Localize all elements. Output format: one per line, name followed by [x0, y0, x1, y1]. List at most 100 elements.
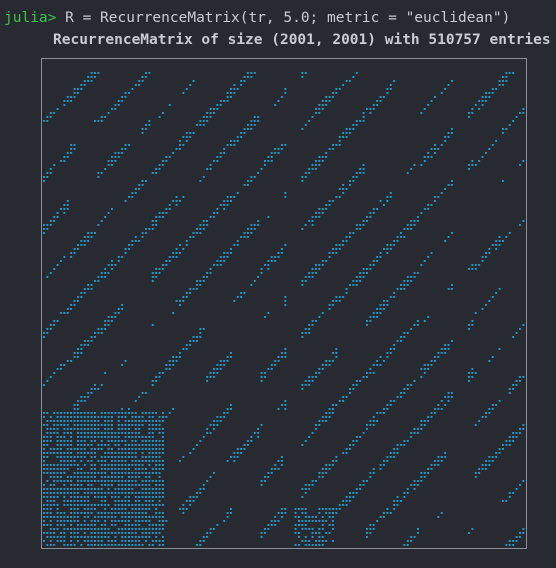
recurrence-dot: [362, 224, 365, 226]
recurrence-dot: [90, 456, 93, 458]
recurrence-dot: [46, 228, 49, 230]
recurrence-dot: [90, 536, 93, 538]
recurrence-dot: [70, 496, 73, 498]
recurrence-dot: [56, 412, 59, 414]
recurrence-dot: [383, 248, 385, 250]
recurrence-dot: [519, 112, 521, 114]
recurrence-dot: [73, 424, 76, 426]
recurrence-dot: [114, 472, 117, 474]
recurrence-dot: [427, 152, 430, 154]
recurrence-dot: [325, 464, 328, 466]
recurrence-dot: [80, 244, 83, 246]
recurrence-dot: [94, 424, 96, 426]
recurrence-dot: [168, 256, 171, 258]
recurrence-dot: [325, 532, 328, 534]
recurrence-dot: [114, 476, 117, 478]
recurrence-dot: [151, 452, 154, 454]
recurrence-dot: [87, 240, 90, 242]
recurrence-dot: [508, 392, 511, 394]
recurrence-dot: [396, 500, 399, 502]
recurrence-dot: [253, 116, 256, 118]
recurrence-dot: [141, 132, 144, 134]
recurrence-dot: [43, 468, 45, 470]
recurrence-dot: [233, 196, 236, 198]
recurrence-dot: [226, 200, 229, 202]
recurrence-dot: [355, 172, 358, 174]
recurrence-dot: [66, 152, 69, 154]
recurrence-dot: [46, 276, 49, 278]
recurrence-dot: [100, 120, 103, 122]
recurrence-dot: [199, 280, 202, 282]
recurrence-dot: [145, 512, 147, 514]
recurrence-dot: [491, 92, 494, 94]
recurrence-dot: [80, 460, 83, 462]
recurrence-dot: [73, 544, 76, 546]
recurrence-dot: [332, 304, 334, 306]
recurrence-dot: [124, 504, 127, 506]
recurrence-dot: [87, 512, 90, 514]
recurrence-dot: [277, 460, 280, 462]
recurrence-dot: [332, 300, 334, 302]
recurrence-dot: [437, 456, 440, 458]
recurrence-dot: [379, 308, 382, 310]
recurrence-dot: [151, 272, 154, 274]
recurrence-dot: [383, 412, 385, 414]
recurrence-dot: [97, 420, 100, 422]
recurrence-dot: [199, 492, 202, 494]
recurrence-dot: [66, 96, 69, 98]
recurrence-dot: [138, 504, 141, 506]
recurrence-dot: [328, 532, 331, 534]
julia-repl-terminal[interactable]: julia> R = RecurrenceMatrix(tr, 5.0; met…: [0, 0, 556, 568]
recurrence-dot: [111, 428, 113, 430]
recurrence-dot: [90, 476, 93, 478]
recurrence-dot: [444, 348, 447, 350]
recurrence-dot: [328, 516, 331, 518]
recurrence-dot: [148, 480, 151, 482]
recurrence-dot: [318, 368, 321, 370]
recurrence-dot: [148, 424, 151, 426]
recurrence-dot: [104, 268, 107, 270]
recurrence-dot: [117, 500, 120, 502]
recurrence-dot: [162, 448, 164, 450]
recurrence-dot: [301, 512, 304, 514]
recurrence-dot: [406, 384, 409, 386]
recurrence-dot: [151, 444, 154, 446]
recurrence-dot: [270, 160, 273, 162]
recurrence-dot: [474, 424, 477, 426]
recurrence-dot: [233, 92, 236, 94]
recurrence-dot: [66, 528, 69, 530]
recurrence-dot: [117, 452, 120, 454]
recurrence-dot: [379, 96, 382, 98]
recurrence-dot: [247, 232, 249, 234]
recurrence-dot: [359, 436, 362, 438]
recurrence-dot: [107, 544, 110, 546]
recurrence-dot: [223, 364, 226, 366]
recurrence-dot: [117, 436, 120, 438]
recurrence-dot: [304, 484, 307, 486]
recurrence-dot: [107, 316, 110, 318]
recurrence-dot: [155, 224, 158, 226]
recurrence-dot: [128, 436, 130, 438]
recurrence-dot: [474, 476, 477, 478]
recurrence-dot: [396, 444, 399, 446]
recurrence-dot: [53, 476, 56, 478]
recurrence-dot: [359, 168, 362, 170]
recurrence-dot: [447, 84, 450, 86]
recurrence-dot: [73, 96, 76, 98]
recurrence-dot: [111, 456, 113, 458]
recurrence-dot: [355, 72, 358, 74]
recurrence-dot: [335, 508, 338, 510]
recurrence-dot: [104, 428, 107, 430]
recurrence-dot: [43, 520, 45, 522]
recurrence-dot: [352, 284, 355, 286]
recurrence-dot: [427, 472, 430, 474]
recurrence-dot: [97, 328, 100, 330]
recurrence-dot: [128, 480, 130, 482]
recurrence-dot: [352, 384, 355, 386]
recurrence-dot: [440, 408, 443, 410]
recurrence-dot: [107, 516, 110, 518]
recurrence-dot: [488, 360, 491, 362]
recurrence-dot: [158, 492, 161, 494]
recurrence-dot: [165, 368, 168, 370]
recurrence-dot: [60, 464, 62, 466]
